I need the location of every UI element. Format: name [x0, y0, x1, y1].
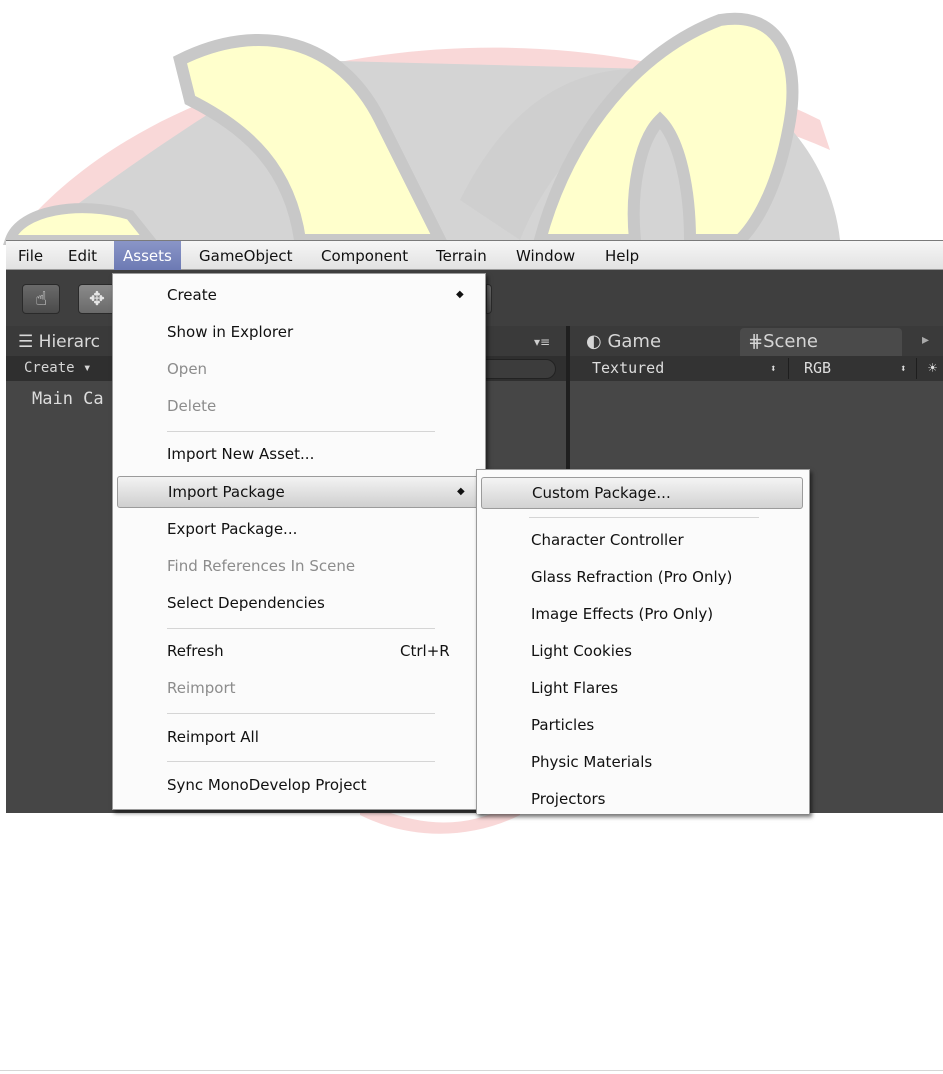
- scene-view-toolbar: Textured ⬍ RGB ⬍ ☀: [570, 356, 943, 382]
- menu-item-reimport-all[interactable]: Reimport All: [113, 720, 485, 754]
- maximize-icon[interactable]: ▸: [922, 332, 936, 348]
- menu-item-open: Open: [113, 352, 485, 386]
- bottom-divider: [0, 1070, 943, 1071]
- render-mode-dropdown[interactable]: RGB: [804, 356, 831, 381]
- menu-window[interactable]: Window: [512, 241, 579, 271]
- tab-scene-label: Scene: [763, 331, 818, 352]
- menu-item-label: Refresh: [167, 642, 224, 660]
- menu-item-import-package[interactable]: Import Package ◆: [117, 476, 479, 508]
- menu-assets[interactable]: Assets: [114, 241, 181, 271]
- submenu-item-label: Light Flares: [531, 679, 619, 697]
- submenu-item-label: Character Controller: [531, 531, 684, 549]
- menu-item-label: Export Package...: [167, 520, 298, 538]
- menu-item-label: Delete: [167, 397, 217, 415]
- menu-component[interactable]: Component: [317, 241, 412, 271]
- submenu-item-light-cookies[interactable]: Light Cookies: [477, 634, 809, 668]
- lighting-toggle-icon[interactable]: ☀: [928, 356, 937, 381]
- submenu-item-physic-materials[interactable]: Physic Materials: [477, 745, 809, 779]
- hierarchy-create-dropdown[interactable]: Create ▾: [24, 356, 91, 381]
- submenu-item-particles[interactable]: Particles: [477, 708, 809, 742]
- submenu-item-label: Custom Package...: [532, 484, 671, 502]
- move-icon: ✥: [89, 288, 105, 310]
- menu-bar: File Edit Assets GameObject Component Te…: [6, 240, 943, 271]
- submenu-item-projectors[interactable]: Projectors: [477, 782, 809, 814]
- menu-item-select-dependencies[interactable]: Select Dependencies: [113, 586, 485, 620]
- tab-scene[interactable]: ⋕Scene: [740, 328, 902, 356]
- menu-item-export-package[interactable]: Export Package...: [113, 512, 485, 546]
- menu-item-find-references: Find References In Scene: [113, 549, 485, 583]
- submenu-item-label: Glass Refraction (Pro Only): [531, 568, 733, 586]
- hand-icon: ☝: [35, 288, 47, 310]
- menu-item-label: Import Package: [168, 483, 285, 501]
- submenu-item-image-effects[interactable]: Image Effects (Pro Only): [477, 597, 809, 631]
- submenu-item-custom-package[interactable]: Custom Package...: [481, 477, 803, 509]
- import-package-submenu: Custom Package... Character Controller G…: [476, 469, 810, 814]
- submenu-item-glass-refraction[interactable]: Glass Refraction (Pro Only): [477, 560, 809, 594]
- hand-tool-button[interactable]: ☝: [22, 284, 60, 314]
- shading-dropdown-arrow-icon: ⬍: [770, 362, 777, 375]
- menu-item-label: Show in Explorer: [167, 323, 294, 341]
- tab-game-label: Game: [607, 331, 662, 352]
- menu-item-delete: Delete: [113, 389, 485, 423]
- submenu-item-label: Light Cookies: [531, 642, 632, 660]
- menu-gameobject[interactable]: GameObject: [195, 241, 297, 271]
- menu-file[interactable]: File: [13, 241, 48, 271]
- menu-item-create[interactable]: Create ◆: [113, 278, 485, 312]
- menu-edit[interactable]: Edit: [63, 241, 102, 271]
- menu-item-label: Import New Asset...: [167, 445, 315, 463]
- game-icon: ◐: [586, 331, 608, 352]
- toolbar-separator: [788, 358, 789, 379]
- submenu-item-character-controller[interactable]: Character Controller: [477, 523, 809, 557]
- menu-item-shortcut: Ctrl+R: [400, 642, 450, 660]
- hierarchy-item-main-camera[interactable]: Main Ca: [32, 389, 104, 409]
- submenu-arrow-icon: ◆: [457, 486, 465, 497]
- submenu-item-label: Projectors: [531, 790, 606, 808]
- toolbar-separator: [916, 358, 917, 379]
- menu-help[interactable]: Help: [601, 241, 643, 271]
- move-tool-button[interactable]: ✥: [78, 284, 116, 314]
- assets-menu: Create ◆ Show in Explorer Open Delete Im…: [112, 273, 486, 810]
- menu-item-label: Reimport All: [167, 728, 259, 746]
- menu-separator: [167, 713, 435, 714]
- shading-mode-dropdown[interactable]: Textured: [592, 356, 664, 381]
- menu-separator: [167, 628, 435, 629]
- menu-item-label: Find References In Scene: [167, 557, 356, 575]
- toolbar-segment-end[interactable]: [486, 284, 492, 314]
- pane-options-icon[interactable]: ▾≡: [534, 326, 550, 358]
- view-tab-strip: ◐ Game ⋕Scene ▸: [570, 326, 943, 356]
- menu-item-label: Select Dependencies: [167, 594, 325, 612]
- menu-separator: [529, 517, 759, 518]
- submenu-item-light-flares[interactable]: Light Flares: [477, 671, 809, 705]
- submenu-arrow-icon: ◆: [456, 289, 464, 300]
- menu-item-label: Sync MonoDevelop Project: [167, 776, 367, 794]
- render-dropdown-arrow-icon: ⬍: [900, 362, 907, 375]
- menu-item-reimport: Reimport: [113, 671, 485, 705]
- menu-item-sync-monodevelop[interactable]: Sync MonoDevelop Project: [113, 768, 485, 802]
- hierarchy-tab-label: Hierarc: [38, 332, 100, 352]
- menu-item-refresh[interactable]: Refresh Ctrl+R: [113, 634, 485, 668]
- submenu-item-label: Particles: [531, 716, 595, 734]
- menu-separator: [167, 431, 435, 432]
- menu-terrain[interactable]: Terrain: [432, 241, 491, 271]
- tab-game[interactable]: ◐ Game: [578, 328, 669, 356]
- hierarchy-list-icon: ☰: [18, 332, 39, 352]
- menu-item-label: Create: [167, 286, 217, 304]
- grid-icon: ⋕: [748, 331, 764, 352]
- submenu-item-label: Image Effects (Pro Only): [531, 605, 714, 623]
- submenu-item-label: Physic Materials: [531, 753, 653, 771]
- menu-item-label: Reimport: [167, 679, 236, 697]
- menu-item-show-in-explorer[interactable]: Show in Explorer: [113, 315, 485, 349]
- menu-item-label: Open: [167, 360, 208, 378]
- menu-separator: [167, 761, 435, 762]
- menu-item-import-new-asset[interactable]: Import New Asset...: [113, 437, 485, 471]
